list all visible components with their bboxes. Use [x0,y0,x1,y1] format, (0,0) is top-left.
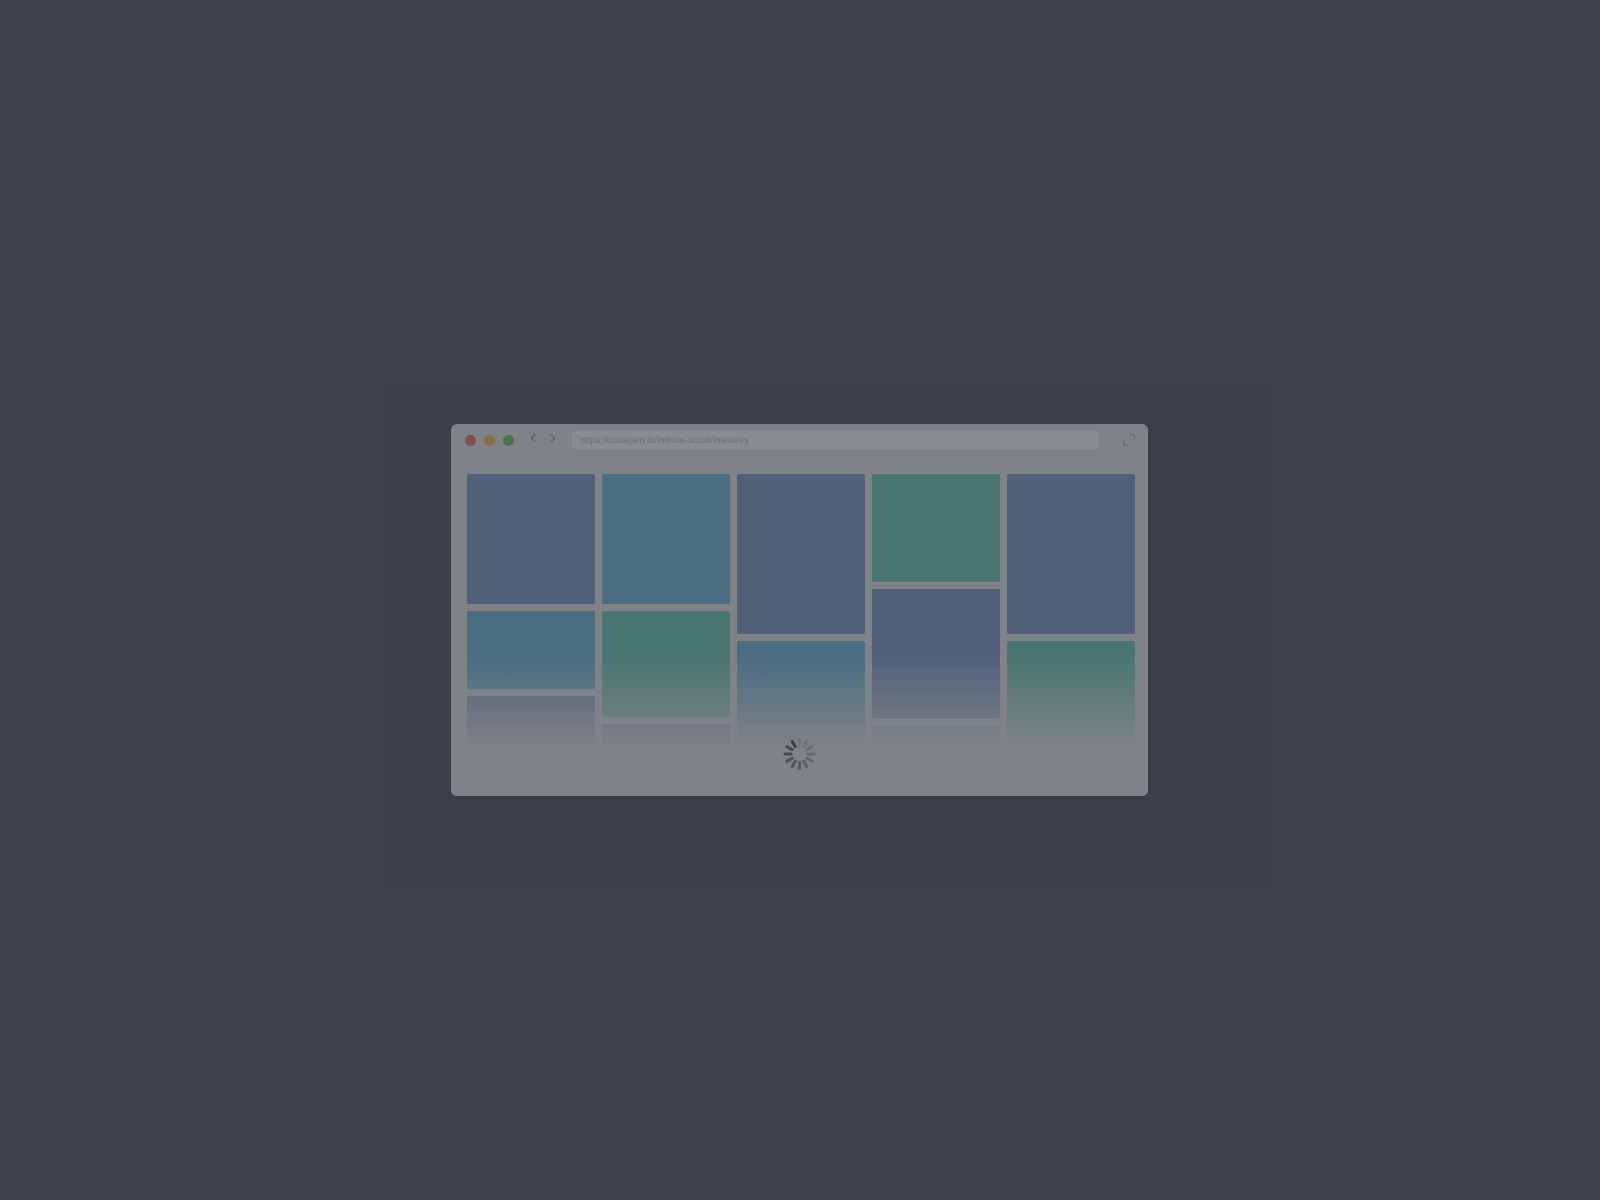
window-controls [465,435,514,446]
back-button[interactable] [526,431,540,450]
masonry-tile[interactable] [602,611,730,717]
masonry-tile[interactable] [872,726,1000,796]
nav-arrows [526,431,560,450]
masonry-tile[interactable] [467,696,595,796]
browser-window: https://codepen.io/infinite-scroll/mason… [451,424,1148,796]
spinner-blade [790,759,797,768]
spinner-blade [798,761,801,770]
address-bar[interactable]: https://codepen.io/infinite-scroll/mason… [572,431,1098,449]
masonry-tile[interactable] [467,611,595,689]
spinner-blade [805,745,814,752]
close-window-button[interactable] [465,435,476,446]
spinner-blade [784,753,793,756]
expand-icon[interactable] [1122,433,1136,452]
masonry-tile[interactable] [602,474,730,604]
address-bar-text: https://codepen.io/infinite-scroll/mason… [580,435,749,445]
browser-toolbar: https://codepen.io/infinite-scroll/mason… [451,424,1148,456]
masonry-tile[interactable] [602,724,730,796]
masonry-tile[interactable] [737,474,865,634]
masonry-tile[interactable] [1007,641,1135,781]
loading-spinner-icon [784,738,816,770]
spinner-blade [807,753,816,756]
masonry-tile[interactable] [467,474,595,604]
masonry-tile[interactable] [872,474,1000,582]
maximize-window-button[interactable] [503,435,514,446]
page-viewport[interactable] [451,456,1148,796]
masonry-tile[interactable] [872,589,1000,719]
minimize-window-button[interactable] [484,435,495,446]
forward-button[interactable] [546,431,560,450]
masonry-tile[interactable] [1007,474,1135,634]
spinner-blade [798,738,801,747]
